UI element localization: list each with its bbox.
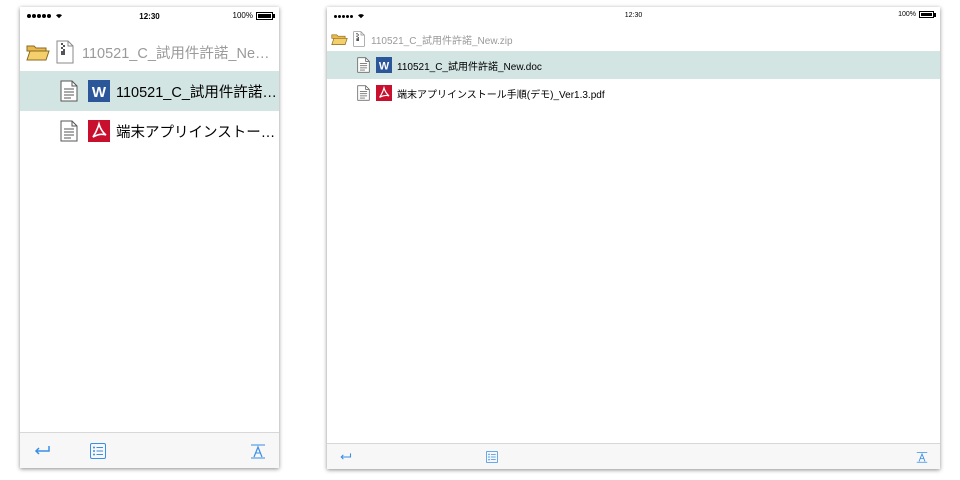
document-icon <box>60 120 78 142</box>
return-icon[interactable] <box>339 452 352 462</box>
word-icon: W <box>376 57 392 73</box>
file-name: 110521_C_試用件許諾_New.doc <box>116 84 277 101</box>
battery-icon <box>256 11 275 20</box>
open-folder-icon <box>26 42 50 62</box>
pdf-icon <box>88 120 110 142</box>
open-folder-icon <box>331 32 348 46</box>
svg-text:W: W <box>92 84 107 101</box>
tablet-screen: 12:30 100% 110521_C_試用件許諾_New.zip W 1105… <box>327 7 940 469</box>
file-row-doc[interactable]: W 110521_C_試用件許諾_New.doc <box>20 71 279 111</box>
list-icon[interactable] <box>486 450 498 463</box>
status-time: 12:30 <box>624 12 643 19</box>
file-row-pdf[interactable]: 端末アプリインストール手順(デモ)_Ver1.3.pdf <box>20 111 279 151</box>
file-row-pdf[interactable]: 端末アプリインストール手順(デモ)_Ver1.3.pdf <box>327 79 940 107</box>
file-name: 端末アプリインストール手順(デモ)_Ver1.3.pdf <box>116 124 277 141</box>
archive-name: 110521_C_試用件許諾_New.zip <box>82 45 273 62</box>
archive-header[interactable]: 110521_C_試用件許諾_New.zip <box>327 27 940 51</box>
file-name: 110521_C_試用件許諾_New.doc <box>397 61 542 73</box>
zip-file-icon <box>56 40 74 64</box>
bottom-toolbar <box>327 443 940 469</box>
battery-percent: 100% <box>232 11 253 20</box>
phone-screen: 12:30 100% 110521_C_試用件許諾_New.zip W 1105… <box>20 7 279 468</box>
text-format-icon[interactable] <box>250 443 266 459</box>
status-bar: 12:30 100% <box>327 7 940 27</box>
archive-header[interactable]: 110521_C_試用件許諾_New.zip <box>20 33 279 71</box>
svg-text:W: W <box>379 60 390 72</box>
battery-icon <box>919 11 936 18</box>
file-row-doc[interactable]: W 110521_C_試用件許諾_New.doc <box>327 51 940 79</box>
document-icon <box>357 85 370 101</box>
document-icon <box>357 57 370 73</box>
battery-percent: 100% <box>898 11 916 18</box>
file-name: 端末アプリインストール手順(デモ)_Ver1.3.pdf <box>397 89 605 101</box>
status-bar: 12:30 100% <box>20 7 279 27</box>
archive-name: 110521_C_試用件許諾_New.zip <box>371 35 513 47</box>
zip-file-icon <box>353 31 365 47</box>
text-format-icon[interactable] <box>916 451 928 463</box>
word-icon: W <box>88 80 110 102</box>
document-icon <box>60 80 78 102</box>
return-icon[interactable] <box>33 444 51 458</box>
bottom-toolbar <box>20 432 279 468</box>
list-icon[interactable] <box>90 442 106 459</box>
pdf-icon <box>376 85 392 101</box>
